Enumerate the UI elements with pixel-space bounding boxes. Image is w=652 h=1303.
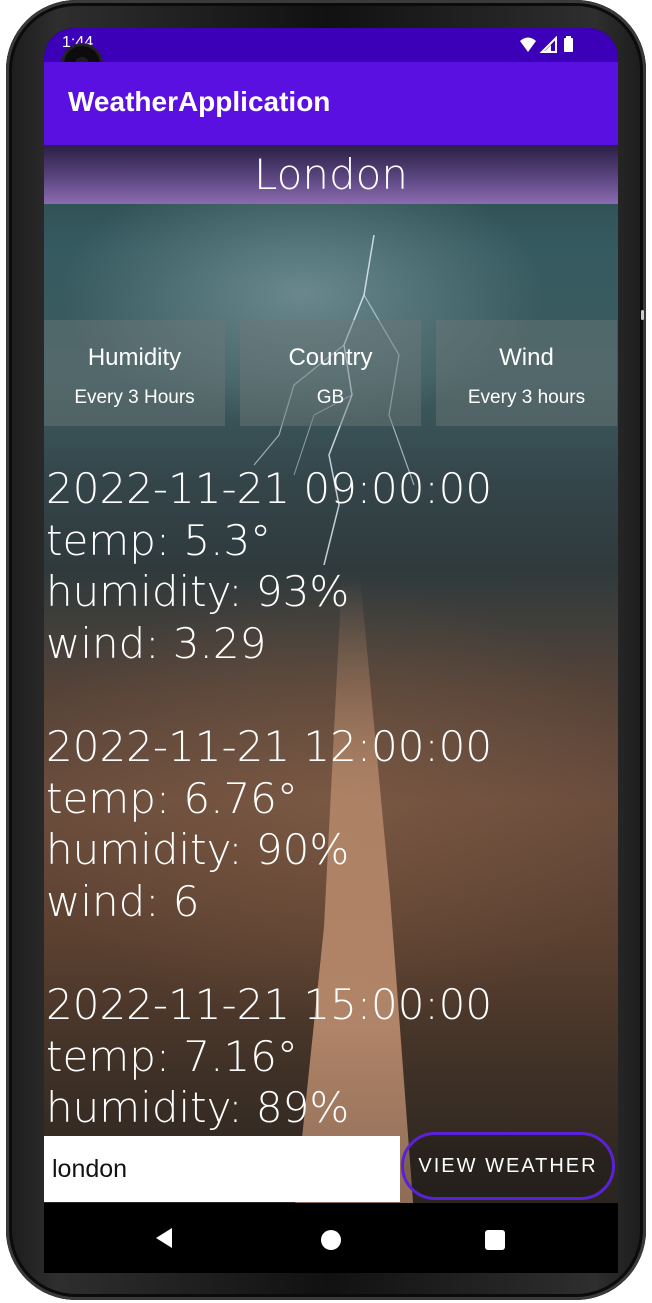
card-title: Humidity (87, 344, 182, 371)
forecast-humidity: humidity: 90% (46, 825, 350, 875)
navigation-bar (44, 1203, 618, 1273)
side-button (641, 310, 644, 320)
forecast-temp: temp: 6.76° (46, 773, 298, 823)
forecast-entry: 2022-11-21 09:00:00 temp: 5.3° humidity:… (46, 463, 606, 669)
forecast-datetime: 2022-11-21 09:00:00 (46, 464, 493, 513)
country-card: Country GB (240, 320, 421, 426)
view-weather-button[interactable]: VIEW WEATHER (401, 1132, 615, 1200)
forecast-wind: wind: 6 (46, 876, 200, 926)
card-subtitle: Every 3 Hours (74, 387, 195, 408)
card-title: Wind (499, 344, 554, 371)
card-subtitle: GB (316, 387, 345, 408)
home-icon[interactable] (321, 1230, 341, 1250)
city-name: London (254, 150, 408, 199)
card-title: Country (288, 344, 373, 371)
humidity-card: Humidity Every 3 Hours (44, 320, 225, 426)
status-bar: 1:44 (44, 28, 618, 62)
forecast-entry: 2022-11-21 12:00:00 temp: 6.76° humidity… (46, 721, 606, 927)
forecast-humidity: humidity: 93% (46, 567, 350, 617)
status-icons (520, 36, 573, 53)
forecast-temp: temp: 7.16° (46, 1031, 298, 1081)
forecast-wind: wind: 3.29 (46, 618, 267, 668)
forecast-datetime: 2022-11-21 15:00:00 (46, 979, 493, 1029)
battery-icon (564, 36, 573, 52)
back-icon[interactable] (154, 1227, 174, 1249)
phone-frame: 1:44 WeatherApplication London Humidity … (6, 0, 646, 1300)
card-subtitle: Every 3 hours (467, 387, 586, 408)
forecast-datetime: 2022-11-21 12:00:00 (46, 721, 493, 771)
wind-card: Wind Every 3 hours (436, 320, 617, 426)
app-title: WeatherApplication (68, 86, 331, 117)
cellular-signal-icon (539, 36, 557, 53)
forecast-list: 2022-11-21 09:00:00 temp: 5.3° humidity:… (46, 463, 606, 1185)
wifi-icon (520, 37, 536, 52)
screen: 1:44 WeatherApplication London Humidity … (44, 28, 618, 1273)
forecast-humidity: humidity: 89% (46, 1083, 350, 1133)
city-search-input[interactable] (44, 1136, 400, 1202)
forecast-temp: temp: 5.3° (46, 515, 272, 565)
main-content[interactable]: London Humidity Every 3 Hours Country GB… (44, 145, 618, 1203)
recents-icon[interactable] (485, 1230, 505, 1250)
forecast-entry: 2022-11-21 15:00:00 temp: 7.16° humidity… (46, 979, 606, 1134)
city-header: London (44, 145, 618, 204)
app-bar: WeatherApplication (44, 62, 618, 145)
